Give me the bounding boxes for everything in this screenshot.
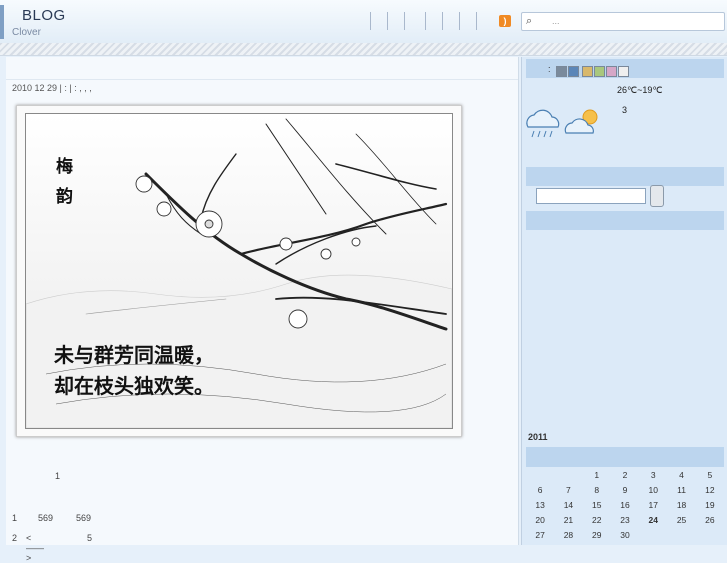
stats-index: 1 [12, 513, 18, 523]
sidebar-section-bar [526, 211, 724, 230]
calendar-day[interactable]: 25 [667, 512, 695, 527]
calendar-day[interactable]: 19 [696, 497, 724, 512]
nav-separator [442, 12, 443, 30]
calendar-day[interactable]: 12 [696, 482, 724, 497]
nav-separator [370, 12, 371, 30]
calendar-day[interactable]: 20 [526, 512, 554, 527]
theme-picker-bar: : [526, 59, 724, 78]
theme-swatch-blue[interactable] [568, 66, 579, 77]
calendar-day[interactable]: 22 [583, 512, 611, 527]
stats-link[interactable]: <——> [26, 533, 44, 563]
nav-separator [425, 12, 426, 30]
theme-label: : [548, 64, 551, 74]
stats-value[interactable]: 569 [38, 513, 53, 523]
search-placeholder: ... [552, 16, 560, 26]
header-stripe [0, 43, 727, 56]
theme-swatch-green[interactable] [594, 66, 605, 77]
header: BLOG Clover ) ⌕ ... [0, 0, 727, 44]
post-image: 梅 韵 未与群芳同温暖， 却在枝头独欢笑。 [16, 105, 462, 437]
calendar-day[interactable]: 26 [696, 512, 724, 527]
poem-title-char: 韵 [56, 187, 73, 207]
plum-blossom-sketch: 梅 韵 未与群芳同温暖， 却在枝头独欢笑。 [25, 113, 453, 429]
calendar-day [554, 467, 582, 482]
calendar-week: 27 28 29 30 [526, 527, 724, 542]
calendar-day[interactable]: 1 [583, 467, 611, 482]
calendar-day[interactable]: 29 [583, 527, 611, 542]
calendar-day[interactable]: 14 [554, 497, 582, 512]
calendar-week: 20 21 22 23 24 25 26 [526, 512, 724, 527]
calendar-day[interactable]: 10 [639, 482, 667, 497]
header-accent-bar [0, 5, 4, 39]
poem-line-1: 未与群芳同温暖， [54, 343, 214, 367]
calendar-week: 6 7 8 9 10 11 12 [526, 482, 724, 497]
calendar-day[interactable]: 13 [526, 497, 554, 512]
calendar-day[interactable]: 9 [611, 482, 639, 497]
calendar-day[interactable]: 16 [611, 497, 639, 512]
post-count: 1 [55, 471, 61, 481]
theme-swatch-white[interactable] [618, 66, 629, 77]
nav-separator [459, 12, 460, 30]
calendar-day[interactable]: 6 [526, 482, 554, 497]
calendar-day[interactable]: 17 [639, 497, 667, 512]
calendar-grid: 1 2 3 4 5 6 7 8 9 10 11 12 13 14 15 16 1… [526, 467, 724, 542]
poem-line-2: 却在枝头独欢笑。 [54, 374, 214, 398]
calendar-day[interactable]: 4 [667, 467, 695, 482]
calendar-day[interactable]: 21 [554, 512, 582, 527]
calendar-week: 1 2 3 4 5 [526, 467, 724, 482]
blog-subtitle: Clover [12, 27, 41, 38]
calendar-week: 13 14 15 16 17 18 19 [526, 497, 724, 512]
nav-separator [476, 12, 477, 30]
rss-icon[interactable]: ) [499, 15, 511, 27]
calendar-day[interactable]: 28 [554, 527, 582, 542]
calendar-day-today[interactable]: 24 [639, 512, 667, 527]
main-content: 2010 12 29 | : | : , , , 梅 韵 未与群芳同温暖， 却在… [6, 57, 519, 563]
calendar-day[interactable]: 15 [583, 497, 611, 512]
theme-swatch-gray[interactable] [556, 66, 567, 77]
calendar-year: 2011 [528, 432, 548, 442]
stats-value: 5 [87, 533, 93, 543]
calendar-day [526, 467, 554, 482]
divider [6, 79, 518, 80]
sidebar-search-input[interactable] [536, 188, 646, 204]
calendar-day[interactable]: 27 [526, 527, 554, 542]
theme-swatch-pink[interactable] [606, 66, 617, 77]
calendar-day[interactable]: 2 [611, 467, 639, 482]
calendar-day [667, 527, 695, 542]
sidebar: : 26℃~19℃ 3 2011 1 2 3 4 5 6 7 8 9 10 11… [521, 57, 727, 545]
sidebar-section-bar [526, 167, 724, 186]
calendar-day[interactable]: 23 [611, 512, 639, 527]
post-meta: 2010 12 29 | : | : , , , [12, 83, 92, 93]
temperature-sub: 3 [622, 105, 628, 115]
search-icon: ⌕ [526, 15, 533, 27]
calendar-day [696, 527, 724, 542]
calendar-day[interactable]: 7 [554, 482, 582, 497]
theme-swatch-gold[interactable] [582, 66, 593, 77]
nav-separator [387, 12, 388, 30]
nav-separator [404, 12, 405, 30]
stats-value: 569 [76, 513, 92, 523]
calendar-day[interactable]: 8 [583, 482, 611, 497]
weather-icon [526, 109, 598, 138]
calendar-day[interactable]: 3 [639, 467, 667, 482]
temperature: 26℃~19℃ [617, 85, 663, 95]
calendar: 1 2 3 4 5 6 7 8 9 10 11 12 13 14 15 16 1… [526, 467, 724, 542]
calendar-day[interactable]: 11 [667, 482, 695, 497]
calendar-day[interactable]: 30 [611, 527, 639, 542]
poem-title: 梅 韵 [56, 152, 76, 212]
poem-title-char: 梅 [56, 157, 73, 177]
stats-index: 2 [12, 533, 18, 543]
blog-title[interactable]: BLOG [22, 7, 66, 24]
calendar-day [639, 527, 667, 542]
calendar-day[interactable]: 18 [667, 497, 695, 512]
search-input[interactable]: ⌕ ... [521, 12, 725, 31]
sidebar-search-button[interactable] [650, 185, 664, 207]
calendar-header [526, 447, 724, 467]
calendar-day[interactable]: 5 [696, 467, 724, 482]
